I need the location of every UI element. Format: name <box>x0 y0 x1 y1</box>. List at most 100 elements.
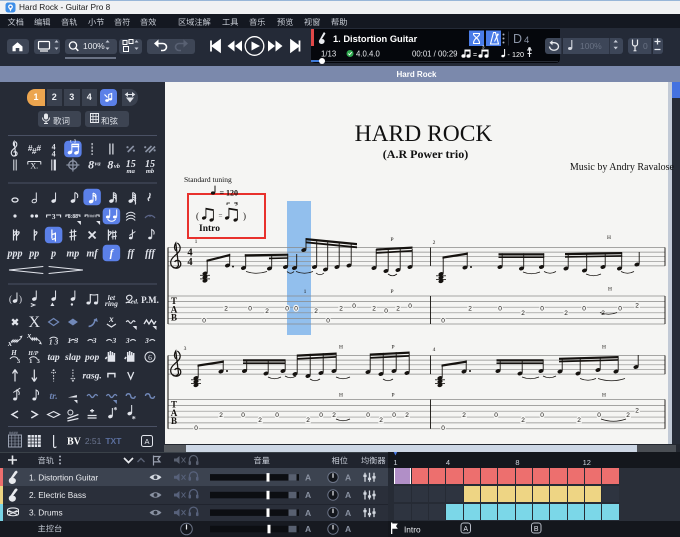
svg-text:1: 1 <box>29 358 32 365</box>
svg-text:H/P: H/P <box>27 351 38 357</box>
svg-text:-: - <box>508 52 511 59</box>
svg-text:3: 3 <box>112 336 117 345</box>
svg-text:1. Distortion Guitar: 1. Distortion Guitar <box>333 34 418 44</box>
svg-text:BV: BV <box>67 437 82 448</box>
svg-text:H: H <box>607 235 611 241</box>
svg-text:3: 3 <box>74 336 79 345</box>
svg-text:fff: fff <box>145 249 156 260</box>
svg-text:x: x <box>108 314 114 324</box>
svg-text:mb: mb <box>146 168 155 175</box>
svg-text:r. 3: r. 3 <box>70 139 77 144</box>
svg-text:0: 0 <box>618 306 622 313</box>
svg-text:2: 2 <box>468 306 472 313</box>
svg-text:2: 2 <box>314 308 318 315</box>
svg-text:3: 3 <box>17 358 21 365</box>
svg-text:6: 6 <box>148 353 152 362</box>
svg-text:A: A <box>305 473 311 483</box>
svg-text:2: 2 <box>339 306 343 313</box>
svg-text:0: 0 <box>498 306 502 313</box>
svg-text:ma: ma <box>127 168 136 175</box>
svg-text:H: H <box>339 393 343 399</box>
svg-text:0: 0 <box>319 412 323 419</box>
svg-text:A: A <box>305 490 311 500</box>
svg-text:H: H <box>339 345 343 351</box>
svg-text:*: * <box>113 406 117 415</box>
svg-text:ring: ring <box>105 299 118 308</box>
svg-text:p: p <box>50 249 56 260</box>
svg-text:####: #### <box>9 430 19 435</box>
svg-text:X: X <box>29 314 41 331</box>
svg-text:0: 0 <box>294 306 298 313</box>
svg-text:100%: 100% <box>580 41 602 51</box>
svg-text:3: 3 <box>482 45 485 50</box>
svg-text:X.: X. <box>30 162 38 171</box>
svg-text:4: 4 <box>524 35 529 46</box>
svg-text:0: 0 <box>241 412 245 419</box>
svg-text:pp: pp <box>28 249 39 260</box>
svg-text:D: D <box>513 32 522 46</box>
svg-text:0: 0 <box>441 318 445 325</box>
svg-text:2: 2 <box>379 417 383 424</box>
svg-text:TXT: TXT <box>105 436 122 446</box>
svg-text:0: 0 <box>194 425 198 432</box>
svg-text:0: 0 <box>540 412 544 419</box>
svg-text:3: 3 <box>92 336 97 345</box>
svg-text:rasg.: rasg. <box>82 372 101 382</box>
svg-text:2: 2 <box>521 417 525 424</box>
svg-text:1/13: 1/13 <box>321 50 336 59</box>
svg-text:pop: pop <box>84 353 100 363</box>
svg-text:mp: mp <box>67 249 80 260</box>
svg-text:0: 0 <box>366 412 370 419</box>
svg-text:ed.: ed. <box>131 299 139 306</box>
svg-text:0: 0 <box>408 303 412 310</box>
svg-text:mf: mf <box>87 249 100 260</box>
svg-text:1: 1 <box>195 239 198 245</box>
svg-text:H: H <box>10 349 17 357</box>
svg-text:=: = <box>219 212 223 220</box>
svg-text:A: A <box>144 437 149 446</box>
svg-text:P: P <box>391 345 394 351</box>
svg-text:0: 0 <box>352 303 356 310</box>
svg-text:2:51: 2:51 <box>85 436 102 446</box>
svg-text:0: 0 <box>202 318 206 325</box>
svg-text:0: 0 <box>597 412 601 419</box>
svg-text:A: A <box>345 473 351 483</box>
svg-text:B: B <box>534 526 539 533</box>
svg-text:va: va <box>95 161 102 168</box>
svg-text:1 3: 1 3 <box>49 338 59 347</box>
svg-text:4: 4 <box>433 347 436 353</box>
svg-text:2: 2 <box>405 412 409 419</box>
svg-text:120: 120 <box>512 50 524 59</box>
svg-text:00:01 / 00:29: 00:01 / 00:29 <box>412 50 458 59</box>
svg-text:100%: 100% <box>83 41 105 51</box>
svg-text:(: ( <box>9 294 12 304</box>
svg-text:8: 8 <box>107 158 113 172</box>
svg-text:8:88: 8:88 <box>68 214 78 220</box>
svg-text:tr.: tr. <box>50 392 58 402</box>
svg-text:P: P <box>390 289 393 295</box>
svg-text:H: H <box>602 393 606 399</box>
svg-text:0: 0 <box>384 308 388 315</box>
svg-text:0: 0 <box>441 425 445 432</box>
svg-text:3: 3 <box>144 336 149 345</box>
svg-text:0: 0 <box>326 318 330 325</box>
svg-text:4: 4 <box>187 257 193 268</box>
svg-text:0: 0 <box>392 412 396 419</box>
svg-text:): ) <box>19 294 22 304</box>
svg-text:2: 2 <box>635 303 639 310</box>
svg-text:(: ( <box>196 211 199 221</box>
svg-text:B: B <box>171 416 177 426</box>
svg-text:H: H <box>608 287 612 293</box>
svg-text:2: 2 <box>462 412 466 419</box>
svg-text:2: 2 <box>219 412 223 419</box>
svg-text:3. Drums: 3. Drums <box>29 508 63 518</box>
svg-text:2: 2 <box>564 310 568 317</box>
svg-text:2: 2 <box>265 308 269 315</box>
svg-text:H: H <box>602 345 606 351</box>
svg-text:A: A <box>345 508 351 518</box>
svg-text:*: * <box>132 415 136 424</box>
svg-text:vb: vb <box>114 163 121 170</box>
svg-text:3: 3 <box>125 336 130 345</box>
svg-text:0: 0 <box>285 306 289 313</box>
svg-text:2: 2 <box>577 417 581 424</box>
